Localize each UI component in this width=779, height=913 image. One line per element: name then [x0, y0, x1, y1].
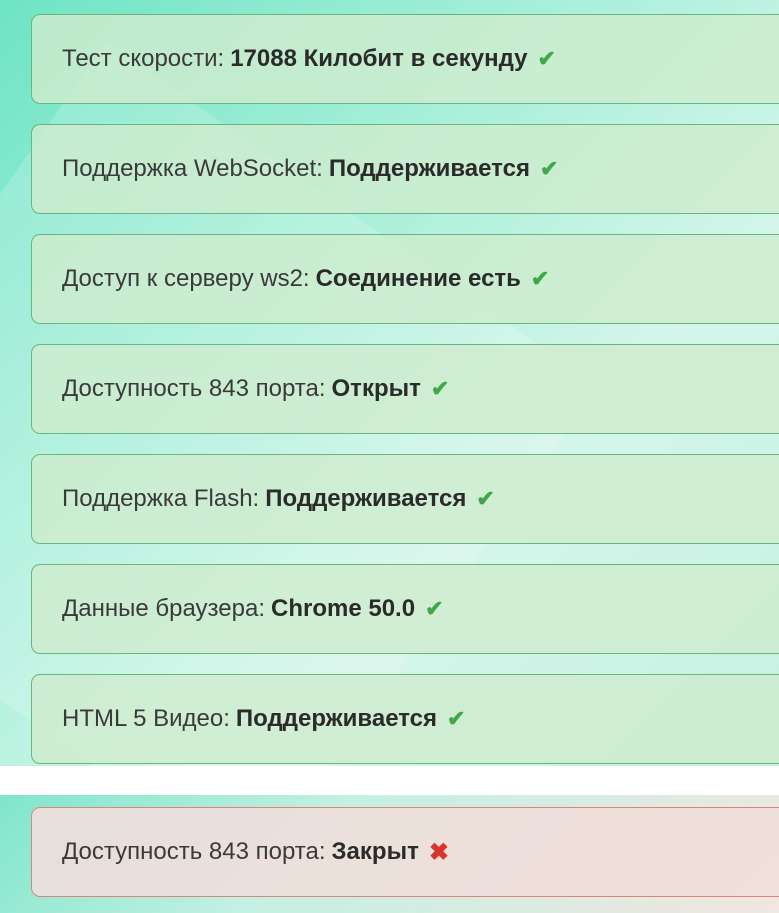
- connection-check-panel: Тест скорости: 17088 Килобит в секунду ✔…: [0, 0, 779, 766]
- status-value: Открыт: [331, 375, 421, 402]
- status-item-flash: Поддержка Flash: Поддерживается ✔: [31, 454, 779, 544]
- check-icon: ✔: [539, 156, 559, 181]
- status-label: Доступ к серверу ws2:: [62, 265, 310, 292]
- status-item-server-access: Доступ к серверу ws2: Соединение есть ✔: [31, 234, 779, 324]
- status-item-port-843-closed: Доступность 843 порта: Закрыт ✖: [31, 807, 779, 897]
- status-item-browser: Данные браузера: Chrome 50.0 ✔: [31, 564, 779, 654]
- status-value: Chrome 50.0: [271, 595, 416, 622]
- cross-icon: ✖: [428, 838, 449, 866]
- error-panel: Доступность 843 порта: Закрыт ✖: [0, 795, 779, 913]
- check-icon: ✔: [430, 376, 450, 401]
- status-label: HTML 5 Видео:: [62, 705, 230, 732]
- status-item-websocket: Поддержка WebSocket: Поддерживается ✔: [31, 124, 779, 214]
- check-icon: ✔: [530, 266, 550, 291]
- status-label: Поддержка Flash:: [62, 485, 260, 512]
- status-item-speed-test: Тест скорости: 17088 Килобит в секунду ✔: [31, 14, 779, 104]
- status-label: Доступность 843 порта:: [62, 838, 326, 865]
- status-label: Поддержка WebSocket:: [62, 155, 323, 182]
- status-value: 17088 Килобит в секунду: [230, 45, 528, 72]
- check-icon: ✔: [425, 596, 444, 621]
- status-value: Поддерживается: [265, 485, 467, 512]
- status-value: Закрыт: [331, 838, 419, 865]
- check-icon: ✔: [476, 486, 495, 511]
- status-item-html5-video: HTML 5 Видео: Поддерживается ✔: [31, 674, 779, 764]
- status-value: Поддерживается: [235, 705, 438, 732]
- status-label: Доступность 843 порта:: [62, 375, 326, 402]
- status-label: Тест скорости:: [62, 45, 225, 72]
- status-item-port-843: Доступность 843 порта: Открыт ✔: [31, 344, 779, 434]
- status-value: Соединение есть: [315, 265, 521, 292]
- check-icon: ✔: [447, 706, 466, 731]
- status-label: Данные браузера:: [62, 595, 265, 622]
- check-icon: ✔: [537, 46, 556, 71]
- status-value: Поддерживается: [328, 155, 530, 182]
